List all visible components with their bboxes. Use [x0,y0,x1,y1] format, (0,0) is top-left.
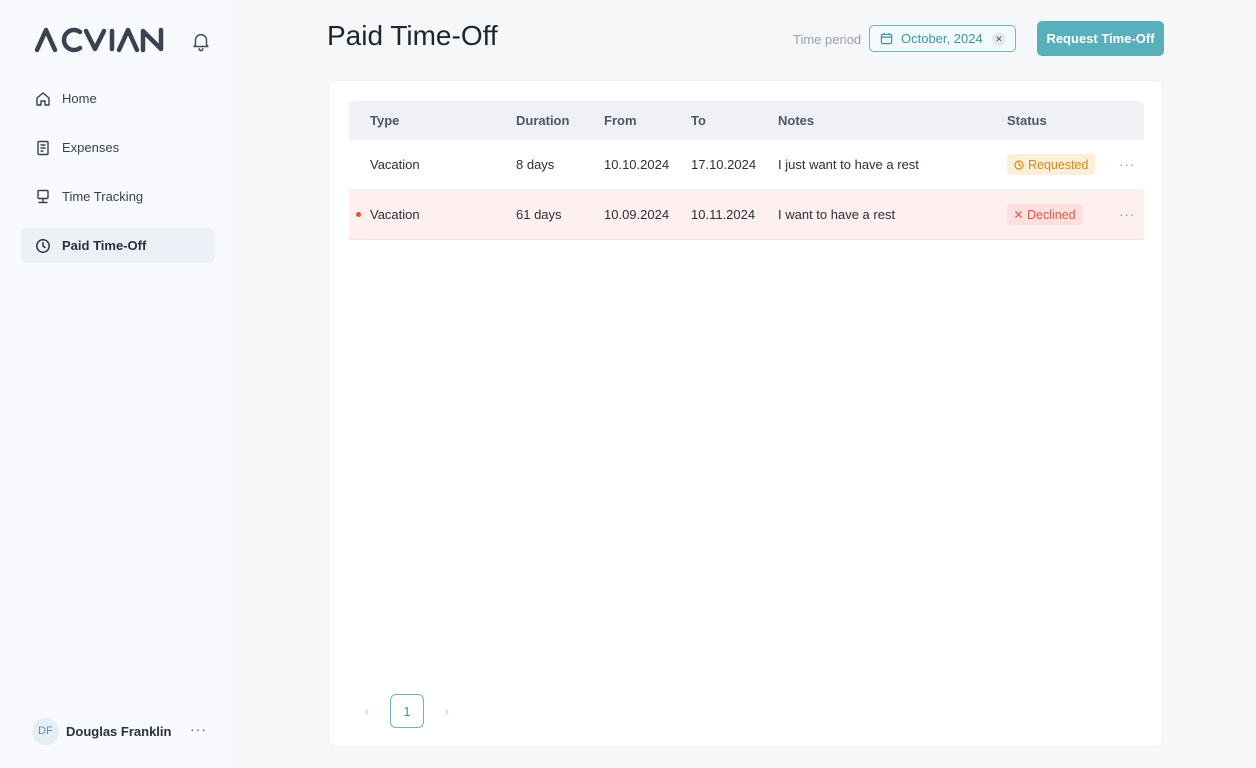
row-more-icon[interactable]: ··· [1119,140,1135,189]
cell-status: Requested [1007,140,1096,189]
status-text: Requested [1028,157,1089,172]
calendar-icon [880,32,893,45]
cell-type: Vacation [370,207,420,222]
page-title: Paid Time-Off [327,20,498,51]
sidebar-item-label: Home [62,91,97,106]
home-icon [35,91,51,107]
clock-icon [35,238,51,254]
cell-notes: I just want to have a rest [778,157,919,172]
sidebar: Home Expenses Time Tracking Paid Time-Of… [0,0,234,768]
time-period-filter[interactable]: October, 2024 ✕ [869,25,1016,52]
cell-status: Declined [1007,190,1083,239]
time-off-table: Type Duration From To Notes Status Vacat… [349,101,1144,240]
column-header-from[interactable]: From [604,101,637,140]
clock-icon [1014,159,1024,170]
sidebar-item-home[interactable]: Home [21,81,215,116]
more-options-icon[interactable]: ··· [190,721,207,737]
table-row[interactable]: Vacation 61 days 10.09.2024 10.11.2024 I… [349,190,1144,240]
table-row[interactable]: Vacation 8 days 10.10.2024 17.10.2024 I … [349,140,1144,190]
column-header-to[interactable]: To [691,101,706,140]
request-time-off-button[interactable]: Request Time-Off [1037,21,1164,56]
user-profile[interactable]: DF Douglas Franklin ··· [32,717,212,745]
status-badge: Declined [1007,204,1083,225]
sidebar-item-expenses[interactable]: Expenses [21,130,215,165]
cell-from: 10.10.2024 [604,157,670,172]
sidebar-item-label: Expenses [62,140,120,155]
sidebar-item-paid-time-off[interactable]: Paid Time-Off [21,228,215,263]
status-text: Declined [1027,207,1076,222]
time-period-value: October, 2024 [901,31,983,46]
column-header-notes[interactable]: Notes [778,101,814,140]
cell-duration: 8 days [516,157,555,172]
cell-to: 17.10.2024 [691,157,757,172]
page-button-current[interactable]: 1 [390,694,424,728]
sidebar-item-label: Paid Time-Off [62,238,147,253]
cell-duration: 61 days [516,207,562,222]
time-period-label: Time period [793,32,862,47]
column-header-status[interactable]: Status [1007,101,1047,140]
sidebar-item-time-tracking[interactable]: Time Tracking [21,179,215,214]
chevron-right-icon[interactable]: › [439,703,455,719]
cell-from: 10.09.2024 [604,207,670,222]
bell-icon[interactable] [190,30,212,52]
cell-type: Vacation [370,157,420,172]
row-more-icon[interactable]: ··· [1119,190,1135,239]
sidebar-item-label: Time Tracking [62,189,144,204]
sidebar-nav: Home Expenses Time Tracking Paid Time-Of… [21,81,215,277]
status-badge: Requested [1007,154,1096,175]
receipt-icon [35,140,51,156]
monitor-icon [35,189,51,205]
column-header-duration[interactable]: Duration [516,101,569,140]
acvian-logo[interactable] [34,26,166,54]
user-name: Douglas Franklin [66,723,172,739]
cell-to: 10.11.2024 [691,207,756,222]
cell-notes: I want to have a rest [778,207,896,222]
time-off-card: Type Duration From To Notes Status Vacat… [328,80,1163,747]
unread-dot [356,212,361,217]
avatar: DF [32,717,59,745]
column-header-type[interactable]: Type [370,101,399,140]
pagination: ‹ 1 › [359,693,455,729]
chevron-left-icon[interactable]: ‹ [359,703,375,719]
x-icon [1014,210,1023,219]
clear-icon[interactable]: ✕ [992,32,1006,46]
table-header: Type Duration From To Notes Status [349,101,1144,140]
